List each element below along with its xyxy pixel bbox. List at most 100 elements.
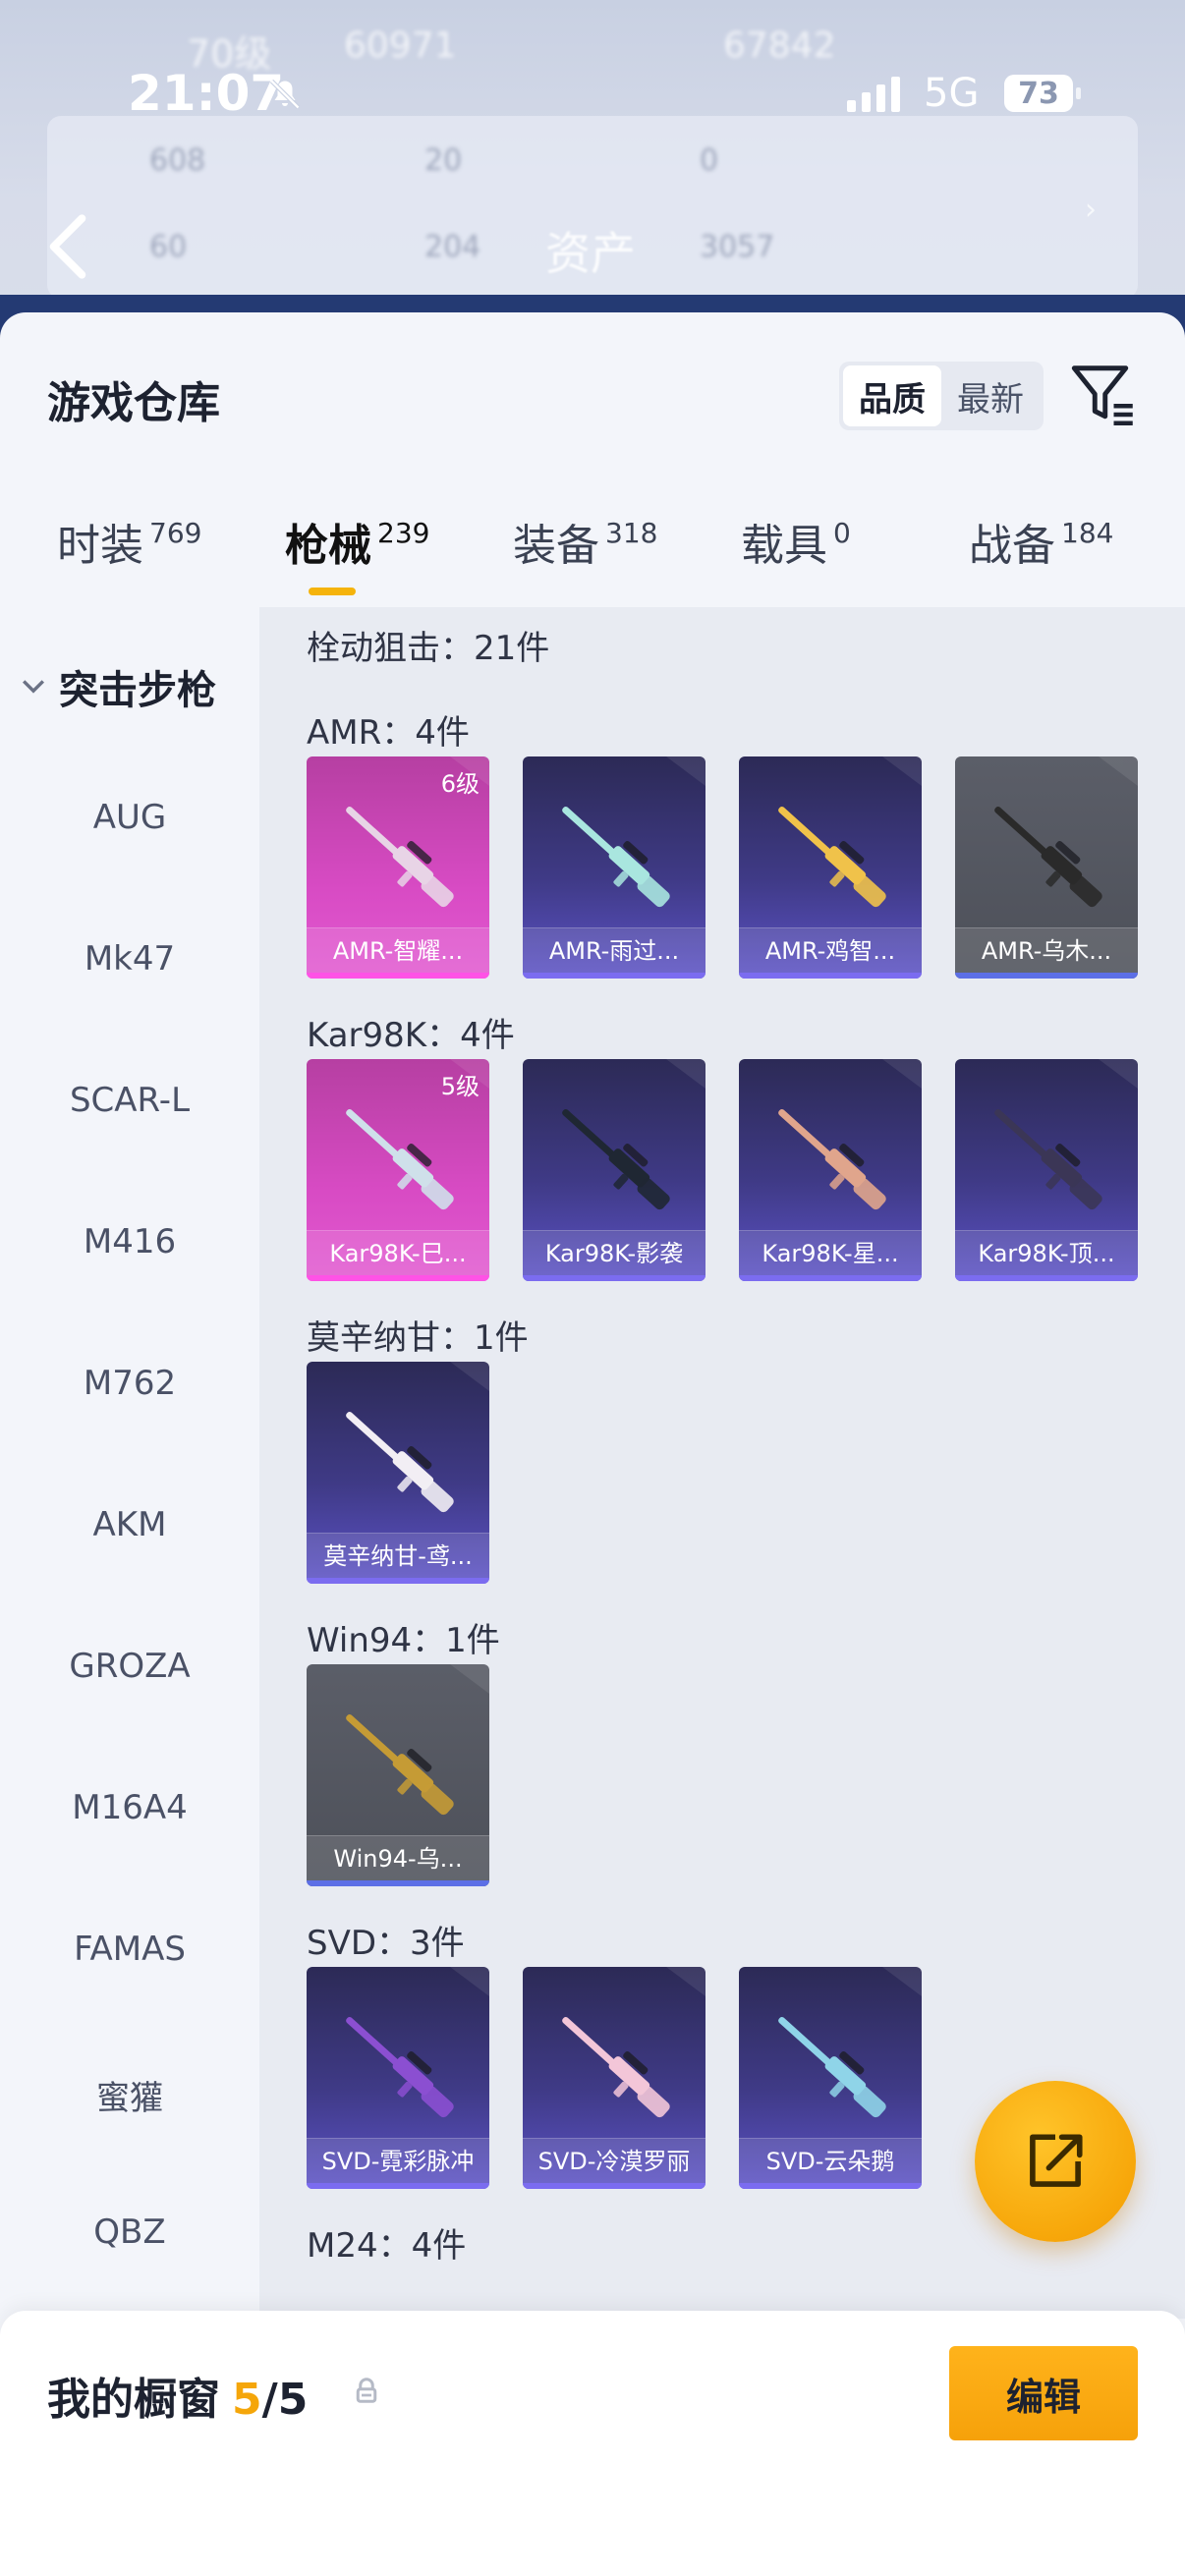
- tab-supplies[interactable]: 战备 184: [969, 517, 1113, 576]
- sidebar-group-assault-rifles[interactable]: 突击步枪: [20, 658, 216, 715]
- chevron-down-icon: [23, 680, 44, 694]
- item-name: Kar98K-顶...: [955, 1230, 1138, 1275]
- sidebar-item-m762[interactable]: M762: [0, 1364, 259, 1403]
- rifle-icon: [994, 1109, 1102, 1210]
- item-name: AMR-雨过...: [523, 927, 705, 973]
- stat-value: 20: [424, 143, 463, 178]
- rarity-bar: [955, 973, 1138, 979]
- stat-value: 67842: [723, 26, 836, 66]
- tab-count: 0: [833, 517, 851, 549]
- tab-count: 769: [149, 517, 202, 549]
- item-name: SVD-霓彩脉冲: [307, 2138, 489, 2183]
- tab-vehicles[interactable]: 载具 0: [741, 517, 851, 576]
- item-card[interactable]: AMR-乌木...: [955, 756, 1138, 979]
- tab-fashion[interactable]: 时装 769: [57, 517, 201, 576]
- item-grid-area: 栓动狙击：21件 AMR：4件 6级 AMR-智耀... AMR-雨过... AMR-鸡…: [259, 607, 1185, 2319]
- sidebar-item-famas[interactable]: FAMAS: [0, 1930, 259, 1969]
- item-card[interactable]: SVD-云朵鹅: [739, 1967, 922, 2189]
- rifle-icon: [778, 2017, 886, 2118]
- tab-equipment[interactable]: 装备 318: [513, 517, 657, 576]
- tab-count: 318: [605, 517, 658, 549]
- sort-option-quality[interactable]: 品质: [843, 365, 941, 426]
- rifle-icon: [778, 807, 886, 908]
- item-card[interactable]: Kar98K-星...: [739, 1059, 922, 1281]
- level-badge: 6级: [440, 770, 480, 798]
- tab-label: 战备: [969, 521, 1055, 571]
- back-chevron-icon[interactable]: [43, 212, 92, 281]
- stat-value: 0: [700, 143, 719, 178]
- tab-firearms[interactable]: 枪械 239: [285, 517, 429, 576]
- category-tabs: 时装 769 枪械 239 装备 318 载具 0 战备 184: [0, 497, 1185, 607]
- tab-label: 枪械: [285, 521, 371, 571]
- rifle-icon: [562, 807, 670, 908]
- stat-value: 204: [424, 230, 481, 264]
- status-time: 21:07: [128, 65, 285, 122]
- sort-toggle: 品质 最新: [839, 362, 1044, 430]
- rarity-bar: [307, 1275, 489, 1281]
- section-header: Kar98K：4件: [307, 1016, 515, 1055]
- tab-label: 时装: [57, 521, 143, 571]
- rarity-bar: [307, 973, 489, 979]
- stat-value: 60971: [344, 26, 457, 66]
- sidebar-item-scar-l[interactable]: SCAR-L: [0, 1081, 259, 1120]
- section-header: M24：4件: [307, 2226, 467, 2266]
- item-name: AMR-鸡智...: [739, 927, 922, 973]
- rarity-bar: [739, 973, 922, 979]
- section-header: Win94：1件: [307, 1621, 500, 1660]
- item-card[interactable]: Win94-乌...: [307, 1664, 489, 1886]
- rifle-icon: [346, 807, 454, 908]
- header-background: 70级 60971 67842 608 20 0 60 204 3057 21:…: [0, 0, 1185, 334]
- rarity-bar: [307, 1578, 489, 1584]
- item-card[interactable]: SVD-霓彩脉冲: [307, 1967, 489, 2189]
- rifle-icon: [346, 1412, 454, 1513]
- battery-indicator: 73: [1004, 75, 1081, 112]
- filter-icon[interactable]: [1069, 360, 1138, 428]
- sidebar-item-m16a4[interactable]: M16A4: [0, 1788, 259, 1827]
- network-type: 5G: [924, 71, 980, 116]
- item-name: Kar98K-星...: [739, 1230, 922, 1275]
- item-card[interactable]: SVD-冷漠罗丽: [523, 1967, 705, 2189]
- item-card[interactable]: Kar98K-顶...: [955, 1059, 1138, 1281]
- stat-value: 608: [149, 143, 206, 178]
- rarity-bar: [523, 2183, 705, 2189]
- page-title: 资产: [545, 227, 636, 280]
- rarity-bar: [523, 1275, 705, 1281]
- sidebar-item-qbz[interactable]: QBZ: [0, 2212, 259, 2252]
- showcase-separator: /: [261, 2375, 278, 2425]
- section-header: 莫辛纳甘：1件: [307, 1318, 529, 1358]
- item-card[interactable]: 6级 AMR-智耀...: [307, 756, 489, 979]
- rifle-icon: [346, 1109, 454, 1210]
- item-name: 莫辛纳甘-鸢...: [307, 1533, 489, 1578]
- edit-button[interactable]: 编辑: [949, 2346, 1138, 2440]
- stat-value: 3057: [700, 230, 775, 264]
- item-name: AMR-智耀...: [307, 927, 489, 973]
- item-card[interactable]: Kar98K-影袭: [523, 1059, 705, 1281]
- section-header: AMR：4件: [307, 713, 470, 753]
- item-name: Kar98K-影袭: [523, 1230, 705, 1275]
- sidebar-item-honey-badger[interactable]: 蜜獾: [0, 2071, 259, 2119]
- rarity-bar: [307, 2183, 489, 2189]
- sidebar-item-mk47[interactable]: Mk47: [0, 939, 259, 979]
- rifle-icon: [346, 2017, 454, 2118]
- stat-value: 60: [149, 230, 188, 264]
- weapon-type-sidebar: 突击步枪 AUG Mk47 SCAR-L M416 M762 AKM GROZA…: [0, 607, 259, 2376]
- item-card[interactable]: AMR-鸡智...: [739, 756, 922, 979]
- mute-bell-icon: [269, 79, 301, 110]
- item-name: Win94-乌...: [307, 1835, 489, 1880]
- level-badge: 5级: [440, 1073, 480, 1100]
- showcase-panel: 我的橱窗 5/5 编辑: [0, 2311, 1185, 2576]
- item-card[interactable]: 5级 Kar98K-巳...: [307, 1059, 489, 1281]
- sidebar-item-m416[interactable]: M416: [0, 1222, 259, 1261]
- tab-label: 装备: [513, 521, 599, 571]
- sidebar-item-aug[interactable]: AUG: [0, 798, 259, 837]
- active-tab-indicator: [309, 588, 356, 595]
- item-card[interactable]: AMR-雨过...: [523, 756, 705, 979]
- sort-option-latest[interactable]: 最新: [941, 365, 1040, 426]
- sidebar-item-akm[interactable]: AKM: [0, 1505, 259, 1544]
- share-button[interactable]: [975, 2081, 1136, 2242]
- sidebar-item-groza[interactable]: GROZA: [0, 1647, 259, 1686]
- section-header: SVD：3件: [307, 1924, 465, 1963]
- category-summary: 栓动狙击：21件: [307, 629, 550, 668]
- item-card[interactable]: 莫辛纳甘-鸢...: [307, 1362, 489, 1584]
- rifle-icon: [562, 2017, 670, 2118]
